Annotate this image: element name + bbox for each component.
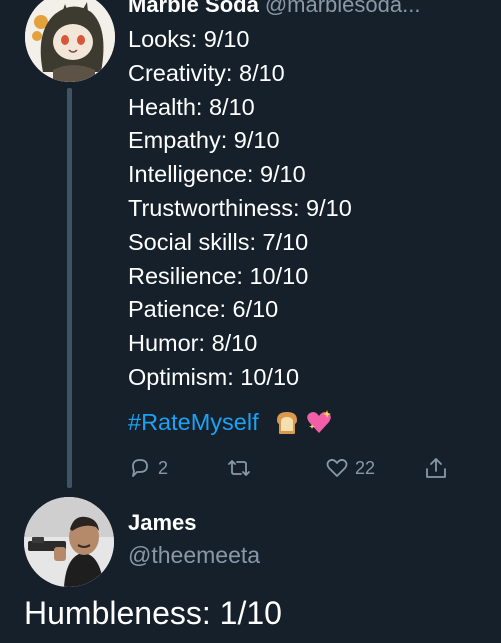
reply-icon	[132, 459, 148, 477]
avatar-image	[24, 497, 114, 587]
original-tweet: Marble Soda @marblesoda... Looks: 9/10 Cr…	[0, 0, 501, 492]
rating-line: Humor: 8/10	[128, 330, 258, 357]
hashtag-row: #RateMyself	[128, 405, 333, 439]
sparkling-heart-emoji	[305, 408, 333, 436]
reply-author-name[interactable]: James	[128, 510, 197, 536]
tweet-header: Marble Soda @marblesoda...	[128, 0, 420, 18]
retweet-icon	[228, 460, 250, 476]
reply-count: 2	[158, 457, 169, 478]
share-button[interactable]	[423, 456, 449, 480]
rating-line: Creativity: 8/10	[128, 59, 285, 86]
reply-button[interactable]: 2	[128, 456, 168, 480]
rating-line: Intelligence: 9/10	[128, 161, 306, 188]
thread-line	[67, 88, 72, 488]
bread-emoji	[273, 408, 301, 436]
avatar-marble-soda[interactable]	[25, 0, 115, 82]
share-icon	[426, 458, 446, 478]
heart-icon	[326, 458, 348, 477]
like-button[interactable]: 22	[325, 456, 375, 480]
ratings-list: Looks: 9/10 Creativity: 8/10 Health: 8/1…	[128, 23, 352, 395]
avatar-image	[25, 0, 115, 82]
author-name[interactable]: Marble Soda	[128, 0, 259, 17]
rating-line: Optimism: 10/10	[128, 363, 300, 390]
tweet-actions: 2 22	[0, 452, 501, 486]
retweet-button[interactable]	[225, 456, 259, 480]
avatar-james[interactable]	[24, 497, 114, 587]
author-handle[interactable]: @marblesoda...	[265, 0, 421, 17]
reply-text: Humbleness: 1/10	[24, 595, 282, 631]
rating-line: Health: 8/10	[128, 93, 255, 120]
reply-tweet: James @theemeeta Humbleness: 1/10	[0, 492, 501, 643]
rating-line: Social skills: 7/10	[128, 228, 309, 255]
rating-line: Looks: 9/10	[128, 26, 250, 52]
hashtag-link[interactable]: #RateMyself	[128, 409, 259, 436]
rating-line: Resilience: 10/10	[128, 262, 309, 289]
rating-line: Empathy: 9/10	[128, 127, 280, 154]
rating-line: Trustworthiness: 9/10	[128, 194, 352, 221]
reply-author-handle[interactable]: @theemeeta	[128, 542, 260, 569]
like-count: 22	[355, 457, 376, 478]
rating-line: Patience: 6/10	[128, 296, 279, 323]
